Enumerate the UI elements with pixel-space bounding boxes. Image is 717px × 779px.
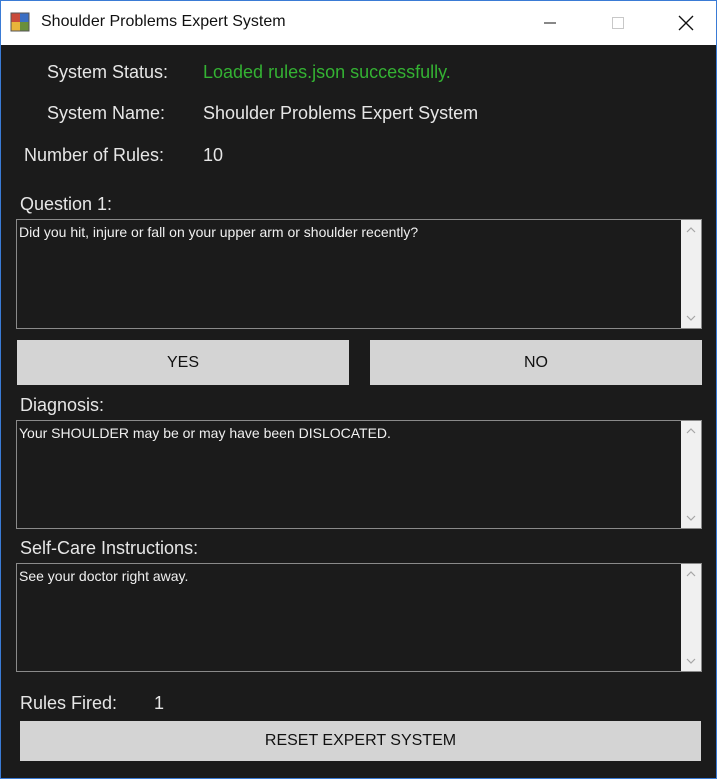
question-text: Did you hit, injure or fall on your uppe… xyxy=(19,224,419,240)
self-care-label: Self-Care Instructions: xyxy=(20,538,199,558)
chevron-up-icon[interactable] xyxy=(681,421,701,441)
system-name-label: System Name: xyxy=(47,103,166,123)
number-of-rules-label: Number of Rules: xyxy=(24,145,165,165)
chevron-down-icon[interactable] xyxy=(681,308,701,328)
yes-button[interactable]: YES xyxy=(17,340,349,385)
chevron-down-icon[interactable] xyxy=(681,651,701,671)
close-button[interactable] xyxy=(652,1,716,45)
question-textbox[interactable]: Did you hit, injure or fall on your uppe… xyxy=(16,219,702,329)
chevron-down-icon[interactable] xyxy=(681,508,701,528)
diagnosis-label: Diagnosis: xyxy=(20,395,105,415)
chevron-up-icon[interactable] xyxy=(681,220,701,240)
window-title: Shoulder Problems Expert System xyxy=(41,13,286,30)
system-status-label: System Status: xyxy=(47,62,169,82)
app-window: Shoulder Problems Expert System System S… xyxy=(0,0,717,779)
maximize-icon xyxy=(612,17,624,29)
diagnosis-scrollbar[interactable] xyxy=(681,421,701,528)
minimize-icon xyxy=(544,22,556,24)
question-scrollbar[interactable] xyxy=(681,220,701,328)
diagnosis-textbox[interactable]: Your SHOULDER may be or may have been DI… xyxy=(16,420,702,529)
number-of-rules-value: 10 xyxy=(203,145,224,165)
close-icon xyxy=(678,15,694,31)
minimize-button[interactable] xyxy=(516,1,584,45)
question-label: Question 1: xyxy=(20,194,113,214)
self-care-scrollbar[interactable] xyxy=(681,564,701,671)
no-button[interactable]: NO xyxy=(370,340,702,385)
rules-fired-value: 1 xyxy=(154,693,165,713)
rules-fired-label: Rules Fired: xyxy=(20,693,118,713)
self-care-text: See your doctor right away. xyxy=(19,568,189,584)
system-name-value: Shoulder Problems Expert System xyxy=(203,103,479,123)
chevron-up-icon[interactable] xyxy=(681,564,701,584)
self-care-textbox[interactable]: See your doctor right away. xyxy=(16,563,702,672)
system-status-value: Loaded rules.json successfully. xyxy=(203,62,451,82)
diagnosis-text: Your SHOULDER may be or may have been DI… xyxy=(19,425,391,441)
maximize-button[interactable] xyxy=(584,1,652,45)
reset-expert-system-button[interactable]: RESET EXPERT SYSTEM xyxy=(20,721,701,761)
app-icon xyxy=(10,12,30,32)
title-bar[interactable]: Shoulder Problems Expert System xyxy=(1,1,716,45)
